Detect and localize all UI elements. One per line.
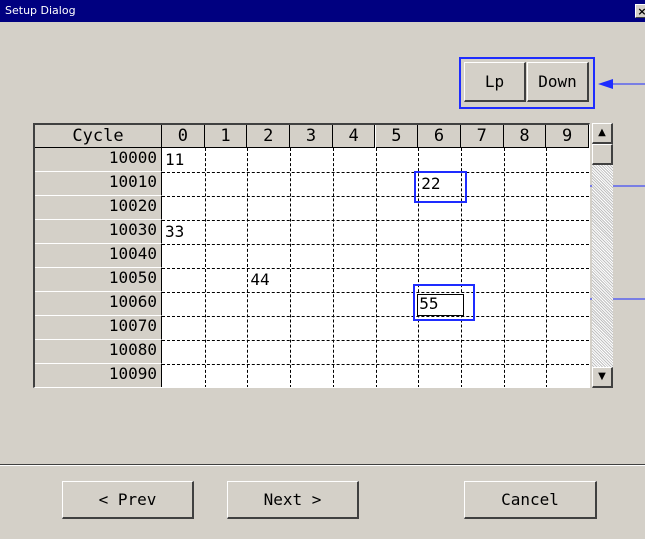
next-button[interactable]: Next > (227, 481, 359, 519)
footer-separator-highlight (0, 465, 645, 466)
column-header: 6 (418, 125, 461, 148)
column-header: 2 (247, 125, 291, 148)
corner-header: Cycle (35, 125, 162, 148)
grid-row-line (162, 364, 589, 365)
column-header: 3 (290, 125, 333, 148)
column-header: 0 (162, 125, 205, 148)
row-header: 10040 (35, 244, 162, 268)
row-header: 10080 (35, 340, 162, 364)
grid-row-line (162, 292, 589, 293)
cancel-button-label: Cancel (501, 490, 559, 509)
scroll-down-icon: ▼ (598, 371, 606, 382)
cell-22-annotation-box (414, 171, 467, 203)
column-header: 1 (204, 125, 248, 148)
grid-row-line (162, 172, 589, 173)
row-header: 10050 (35, 268, 162, 292)
arrow-to-updown (598, 79, 645, 89)
cycle-grid[interactable]: Cycle 0123456789 10000 10010 10020 10030 100… (33, 123, 590, 388)
prev-button-label: < Prev (98, 490, 157, 509)
grid-row-line (162, 340, 589, 341)
grid-row-line (162, 220, 589, 221)
grid-row-line (162, 268, 589, 269)
grid-row-line (162, 196, 589, 197)
column-header: 4 (332, 125, 376, 148)
row-header: 10010 (35, 172, 162, 196)
row-header: 10060 (35, 292, 162, 316)
column-header: 7 (460, 125, 504, 148)
vertical-scrollbar[interactable]: ▲ ▼ (592, 123, 613, 388)
column-header: 5 (375, 125, 419, 148)
grid-body: Cycle 0123456789 10000 10010 10020 10030 100… (35, 125, 589, 387)
cell-value[interactable]: 11 (165, 150, 184, 170)
scroll-up-button[interactable]: ▲ (592, 123, 613, 144)
row-header: 10030 (35, 220, 162, 244)
next-button-label: Next > (263, 490, 322, 509)
row-header: 10090 (35, 364, 162, 387)
grid-row-line (162, 316, 589, 317)
scroll-down-button[interactable]: ▼ (592, 367, 613, 388)
cancel-button[interactable]: Cancel (464, 481, 597, 519)
row-header: 10000 (35, 148, 162, 172)
cell-55-annotation-box (413, 284, 475, 321)
cell-value[interactable]: 33 (165, 222, 184, 242)
scroll-up-icon: ▲ (598, 127, 606, 138)
column-header: 9 (546, 125, 589, 148)
cell-value[interactable]: 44 (250, 270, 269, 290)
column-header: 8 (503, 125, 547, 148)
scroll-thumb[interactable] (592, 144, 613, 165)
row-header: 10020 (35, 196, 162, 220)
grid-row-line (162, 244, 589, 245)
scroll-track[interactable] (592, 144, 613, 367)
row-header: 10070 (35, 316, 162, 340)
prev-button[interactable]: < Prev (62, 481, 194, 519)
